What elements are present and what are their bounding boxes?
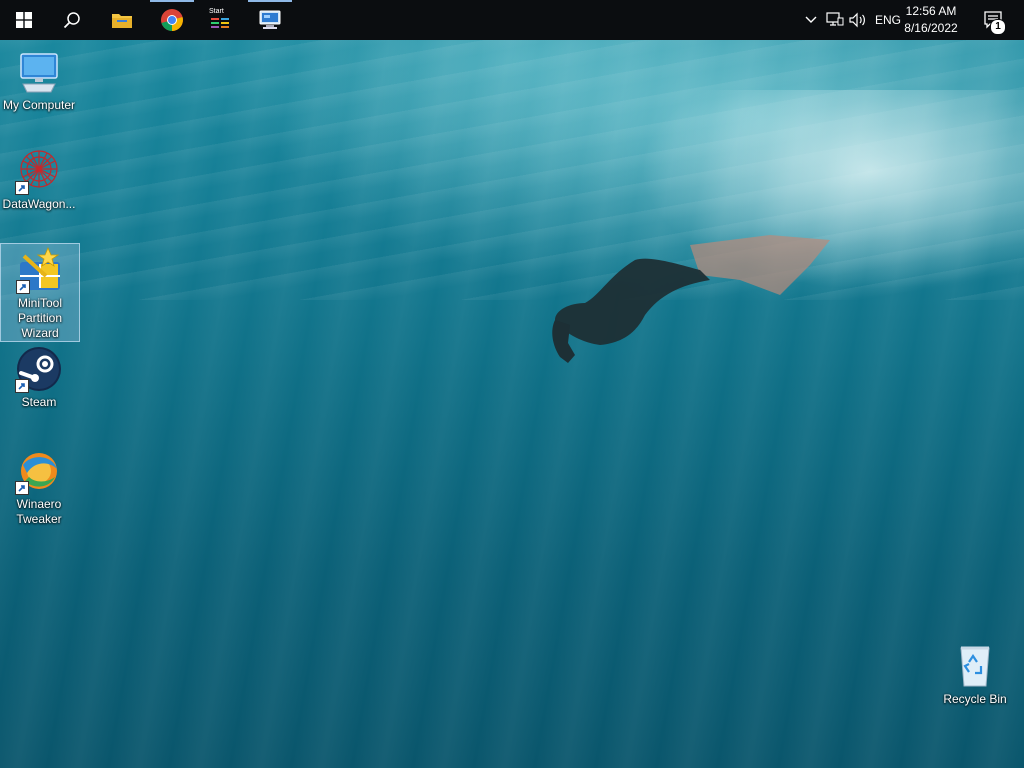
desktop-icon-label: Recycle Bin [943,692,1007,706]
volume-tray-button[interactable] [847,0,869,40]
desktop-icon-my-computer[interactable]: My Computer [0,48,78,113]
desktop-icon-label: Steam [21,395,57,409]
search-button[interactable] [48,0,96,40]
start-app-label: Start [209,8,224,15]
shortcut-arrow-icon [15,481,29,495]
show-hidden-icons-button[interactable] [800,0,822,40]
winaero-icon [15,447,63,495]
speaker-icon [849,12,865,28]
shortcut-arrow-icon [15,181,29,195]
minitool-icon [16,246,64,294]
start-app-button[interactable]: Start [198,0,246,40]
desktop-icon-label: DataWagon... [2,197,76,211]
remote-desktop-icon [259,10,281,29]
clock-date: 8/16/2022 [904,21,958,35]
network-tray-button[interactable] [824,0,846,40]
desktop-wallpaper[interactable]: My Computer DataWagon... MiniTool Partit… [0,0,1024,768]
datawagon-icon [15,147,63,195]
desktop-icon-minitool[interactable]: MiniTool Partition Wizard [0,243,80,342]
desktop-icon-label: MiniTool Partition Wizard [17,296,63,340]
desktop-icon-datawagon[interactable]: DataWagon... [0,147,78,212]
steam-icon [15,345,63,393]
search-icon [63,12,80,29]
clock[interactable]: 12:56 AM 8/16/2022 [896,3,966,37]
file-explorer-button[interactable] [98,0,146,40]
chrome-icon [161,9,183,31]
notification-count-badge: 1 [990,19,1006,35]
computer-icon [15,48,63,96]
taskbar: Start ENG 12:56 AM 8/16/2022 1 [0,0,1024,40]
chrome-button[interactable] [148,0,196,40]
start-app-icon: Start [209,8,235,32]
desktop-icon-steam[interactable]: Steam [0,345,78,410]
clock-time: 12:56 AM [905,4,957,18]
desktop-icon-recycle-bin[interactable]: Recycle Bin [936,642,1014,707]
shortcut-arrow-icon [15,379,29,393]
shortcut-arrow-icon [16,280,30,294]
desktop-icon-label: My Computer [2,98,76,112]
folder-icon [112,14,132,28]
recycle-bin-icon [951,642,999,690]
network-icon [826,12,844,26]
desktop-icon-winaero-tweaker[interactable]: Winaero Tweaker [0,447,78,527]
remote-desktop-button[interactable] [246,0,294,40]
wallpaper-diver [552,235,830,363]
desktop-icon-label: Winaero Tweaker [16,497,62,526]
start-button[interactable] [0,0,48,40]
windows-logo-icon [16,12,32,28]
chevron-up-icon [805,16,817,23]
